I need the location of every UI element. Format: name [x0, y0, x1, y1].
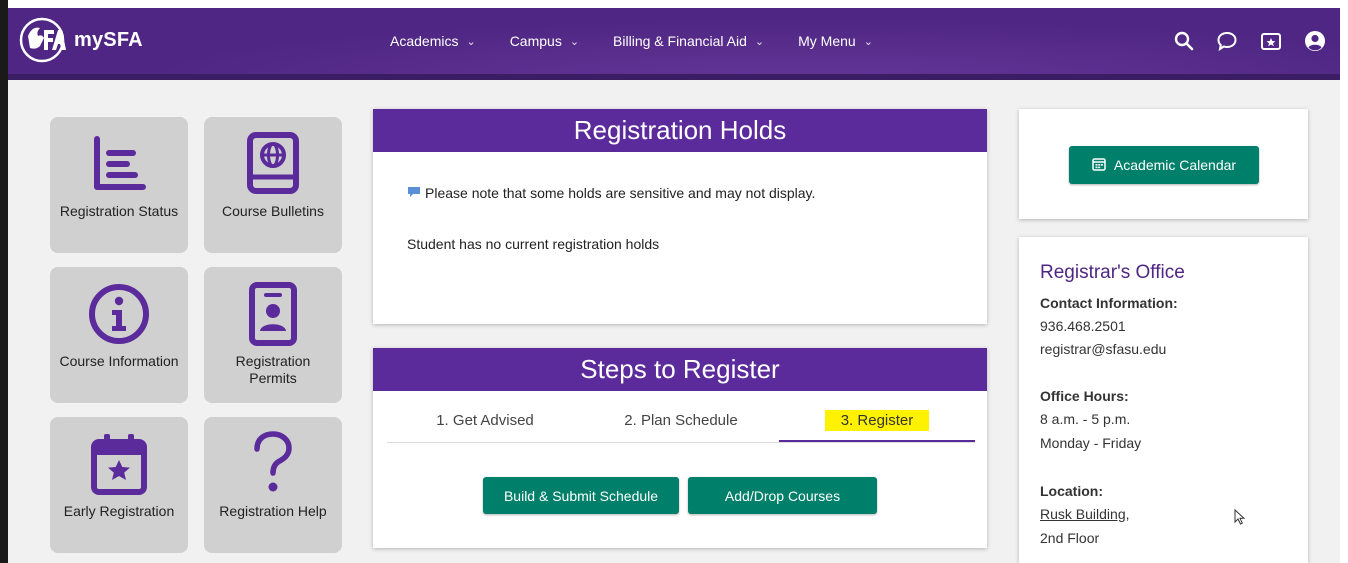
tile-label: Course Information	[59, 353, 179, 369]
nav-billing-financial-aid[interactable]: Billing & Financial Aid ⌄	[613, 33, 764, 49]
window-top-edge	[0, 0, 1348, 8]
globe-book-icon	[244, 129, 302, 199]
nav-label: Billing & Financial Aid	[613, 33, 747, 49]
nav-label: Campus	[509, 33, 562, 49]
tab-register[interactable]: 3. Register	[779, 406, 975, 442]
info-icon	[87, 279, 151, 349]
registrar-title: Registrar's Office	[1040, 262, 1185, 283]
rusk-building-link[interactable]: Rusk Building	[1040, 506, 1126, 522]
favorites-folder-icon[interactable]	[1260, 31, 1282, 51]
location-comma: ,	[1125, 506, 1130, 522]
calendar-star-icon	[89, 429, 149, 499]
user-account-icon[interactable]	[1304, 30, 1326, 52]
office-hours-heading: Office Hours:	[1040, 388, 1129, 404]
tile-label: Course Bulletins	[222, 203, 324, 219]
tile-label: Registration Permits	[235, 353, 311, 386]
registrar-phone: 936.468.2501	[1040, 318, 1126, 334]
home-logo-link[interactable]: mySFA	[18, 16, 143, 64]
logo-text: mySFA	[74, 28, 143, 51]
tab-label: 2. Plan Schedule	[624, 412, 738, 429]
comment-icon	[407, 185, 421, 201]
question-icon	[251, 429, 295, 499]
location-floor: 2nd Floor	[1040, 530, 1100, 546]
tile-course-information[interactable]: Course Information	[50, 267, 188, 403]
tab-label: 1. Get Advised	[436, 412, 534, 429]
main-nav: Academics ⌄ Campus ⌄ Billing & Financial…	[390, 8, 907, 74]
tab-plan-schedule[interactable]: 2. Plan Schedule	[583, 406, 779, 440]
nav-my-menu[interactable]: My Menu ⌄	[798, 33, 873, 49]
nav-academics[interactable]: Academics ⌄	[390, 33, 476, 49]
contact-heading: Contact Information:	[1040, 295, 1178, 311]
academic-calendar-card: Academic Calendar	[1019, 109, 1308, 219]
header-actions	[1174, 8, 1326, 74]
holds-status-text: Student has no current registration hold…	[407, 236, 660, 252]
tile-course-bulletins[interactable]: Course Bulletins	[204, 117, 342, 253]
holds-note-text: Please note that some holds are sensitiv…	[425, 185, 816, 201]
list-icon	[89, 129, 149, 199]
chevron-down-icon: ⌄	[863, 35, 873, 48]
top-navigation-bar: mySFA Academics ⌄ Campus ⌄ Billing & Fin…	[8, 8, 1340, 74]
office-hours-days: Monday - Friday	[1040, 435, 1142, 451]
office-hours-time: 8 a.m. - 5 p.m.	[1040, 411, 1131, 427]
registration-holds-card: Registration Holds Please note that some…	[373, 109, 987, 324]
window-left-edge	[0, 0, 8, 563]
steps-tabs: 1. Get Advised 2. Plan Schedule 3. Regis…	[387, 406, 975, 443]
location-heading: Location:	[1040, 483, 1103, 499]
chevron-down-icon: ⌄	[466, 35, 476, 48]
holds-title: Registration Holds	[373, 109, 987, 152]
nav-campus[interactable]: Campus ⌄	[510, 33, 579, 49]
tile-registration-help[interactable]: Registration Help	[204, 417, 342, 553]
nav-label: Academics	[390, 33, 459, 49]
id-badge-icon	[248, 279, 298, 349]
mouse-cursor-icon	[1234, 508, 1246, 530]
steps-title: Steps to Register	[373, 348, 987, 391]
tile-label: Early Registration	[63, 503, 175, 519]
academic-calendar-button[interactable]: Academic Calendar	[1069, 146, 1259, 184]
location-building-line: Rusk Building,	[1040, 506, 1130, 522]
chevron-down-icon: ⌄	[754, 35, 765, 48]
tab-get-advised[interactable]: 1. Get Advised	[387, 406, 583, 440]
nav-label: My Menu	[798, 33, 856, 49]
tile-early-registration[interactable]: Early Registration	[50, 417, 188, 553]
chat-icon[interactable]	[1216, 30, 1238, 52]
academic-calendar-label: Academic Calendar	[1113, 157, 1237, 173]
add-drop-courses-button[interactable]: Add/Drop Courses	[688, 477, 877, 514]
build-submit-schedule-button[interactable]: Build & Submit Schedule	[483, 477, 679, 514]
tile-registration-permits[interactable]: Registration Permits	[204, 267, 342, 403]
tab-label: 3. Register	[824, 410, 930, 431]
tile-registration-status[interactable]: Registration Status	[50, 117, 188, 253]
holds-note: Please note that some holds are sensitiv…	[407, 185, 815, 201]
chevron-down-icon: ⌄	[569, 35, 580, 48]
tile-label: Registration Status	[59, 203, 179, 219]
search-icon[interactable]	[1174, 31, 1194, 51]
calendar-icon	[1092, 157, 1106, 174]
tile-label: Registration Help	[219, 503, 327, 519]
registrar-email: registrar@sfasu.edu	[1040, 341, 1167, 357]
sfa-seal-icon	[19, 17, 66, 63]
steps-to-register-card: Steps to Register 1. Get Advised 2. Plan…	[373, 348, 987, 548]
registrars-office-card: Registrar's Office Contact Information: …	[1019, 237, 1308, 563]
